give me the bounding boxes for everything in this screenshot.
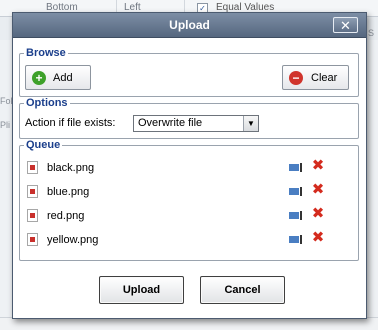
remove-icon[interactable]: ✖	[311, 158, 325, 173]
upload-button-label: Upload	[122, 284, 161, 296]
queue-item-filename: blue.png	[47, 186, 90, 198]
add-button-label: Add	[53, 71, 73, 84]
queue-group: Queue black.png ✖ blue.png ✖ red.png ✖ y…	[19, 139, 359, 261]
image-file-icon	[27, 233, 38, 246]
remove-icon[interactable]: ✖	[311, 182, 325, 197]
queue-item-filename: red.png	[47, 210, 85, 222]
remove-icon[interactable]: ✖	[311, 206, 325, 221]
bg-hint-3: Pli	[0, 120, 11, 130]
upload-dialog: Upload ✕ Browse + Add − Clear Options Ac…	[12, 12, 367, 319]
image-file-icon	[27, 209, 38, 222]
remove-icon[interactable]: ✖	[311, 230, 325, 245]
browse-legend: Browse	[26, 47, 66, 59]
upload-button[interactable]: Upload	[99, 276, 184, 304]
queue-item: yellow.png ✖	[27, 229, 327, 252]
queue-item-filename: black.png	[47, 162, 95, 174]
queue-item: red.png ✖	[27, 205, 327, 228]
clear-icon: −	[289, 70, 303, 85]
dialog-title: Upload	[169, 18, 210, 32]
rename-icon[interactable]	[289, 211, 304, 220]
queue-item: blue.png ✖	[27, 181, 327, 204]
rename-icon[interactable]	[289, 163, 304, 172]
dialog-titlebar[interactable]: Upload ✕	[13, 13, 366, 38]
bg-hint-2: Fol	[0, 96, 13, 106]
browse-group: Browse + Add − Clear	[19, 47, 359, 97]
add-icon: +	[32, 70, 46, 85]
queue-item: black.png ✖	[27, 157, 327, 180]
file-exists-label: Action if file exists:	[25, 117, 116, 129]
file-exists-select-value: Overwrite file	[138, 117, 203, 129]
close-icon: ✕	[340, 18, 351, 33]
clear-button-label: Clear	[311, 71, 338, 84]
chevron-down-icon: ▼	[243, 116, 258, 131]
close-button[interactable]: ✕	[333, 17, 358, 33]
cancel-button-label: Cancel	[224, 284, 261, 296]
queue-item-filename: yellow.png	[47, 234, 99, 246]
file-exists-select[interactable]: Overwrite file ▼	[133, 115, 259, 132]
queue-legend: Queue	[26, 139, 61, 151]
add-button[interactable]: + Add	[25, 65, 91, 90]
clear-button[interactable]: − Clear	[282, 65, 349, 90]
cancel-button[interactable]: Cancel	[200, 276, 285, 304]
options-group: Options Action if file exists: Overwrite…	[19, 97, 359, 139]
image-file-icon	[27, 185, 38, 198]
rename-icon[interactable]	[289, 187, 304, 196]
options-legend: Options	[26, 97, 68, 109]
rename-icon[interactable]	[289, 235, 304, 244]
bg-hint-1: S	[368, 28, 375, 38]
image-file-icon	[27, 161, 38, 174]
